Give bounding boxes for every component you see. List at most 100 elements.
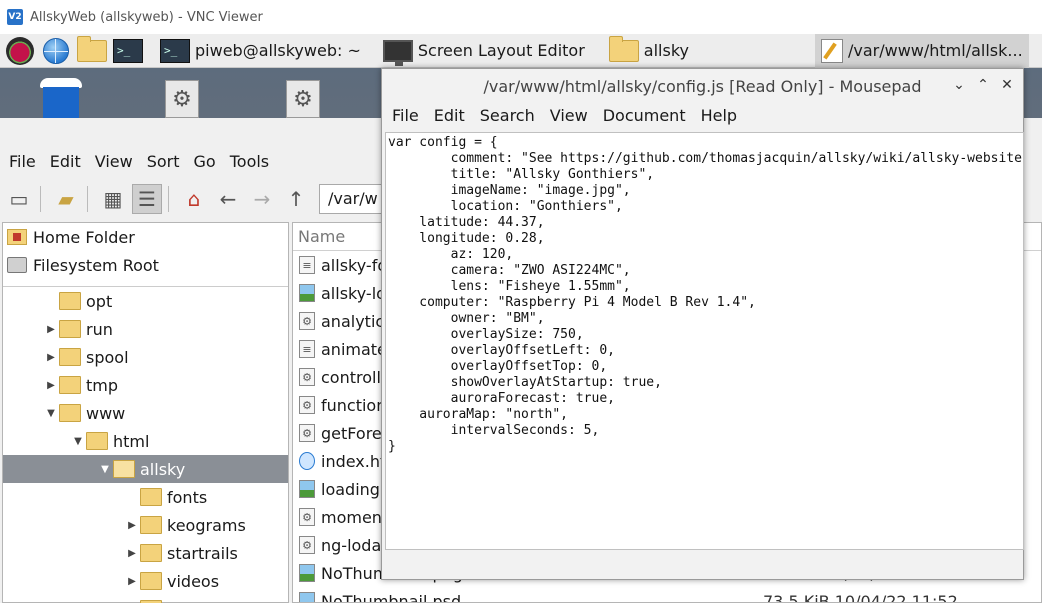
tree-item[interactable]: ▶virtualsky bbox=[3, 595, 288, 603]
menu-view[interactable]: View bbox=[550, 106, 588, 125]
new-window-button[interactable]: ▭ bbox=[4, 184, 34, 214]
tree-item-label: run bbox=[86, 319, 113, 339]
tree-item[interactable]: ▶ startrails bbox=[3, 539, 288, 567]
expander-open-icon[interactable]: ▼ bbox=[45, 408, 57, 419]
browser-launcher[interactable] bbox=[40, 37, 72, 65]
raspberry-menu-button[interactable] bbox=[4, 36, 36, 65]
menu-file[interactable]: File bbox=[392, 106, 419, 125]
taskbar-panel: >_ >_ piweb@allskyweb: ~ Screen Layout E… bbox=[0, 33, 1042, 68]
tree-item-label: startrails bbox=[167, 543, 238, 563]
expander-closed-icon[interactable]: ▶ bbox=[126, 548, 138, 559]
chevron-down-icon[interactable]: ⌄ bbox=[947, 77, 971, 93]
icon-view-button[interactable]: ▦ bbox=[98, 184, 128, 214]
trash-icon[interactable] bbox=[40, 78, 82, 121]
task-label: /var/www/html/allsk... bbox=[847, 41, 1023, 60]
tree-item[interactable]: fonts bbox=[3, 483, 288, 511]
folder-icon bbox=[140, 488, 162, 506]
expander-open-icon[interactable]: ▼ bbox=[72, 436, 84, 447]
raspberry-icon bbox=[6, 36, 34, 65]
task-screen-layout-editor[interactable]: Screen Layout Editor bbox=[377, 34, 591, 68]
file-manager-launcher[interactable] bbox=[76, 35, 108, 65]
text-file-icon: ≡ bbox=[299, 256, 315, 274]
image-file-icon bbox=[299, 284, 315, 302]
folder-icon bbox=[140, 544, 162, 562]
file-row[interactable]: NoThumbnail.psd 73.5 KiB 10/04/22 11:52 bbox=[293, 587, 1041, 602]
expander-closed-icon[interactable]: ▶ bbox=[45, 324, 57, 335]
tree-item[interactable]: ▶ run bbox=[3, 315, 288, 343]
folder-icon bbox=[59, 376, 81, 394]
menu-help[interactable]: Help bbox=[701, 106, 737, 125]
expander-closed-icon[interactable]: ▶ bbox=[126, 520, 138, 531]
place-label: Home Folder bbox=[33, 227, 135, 247]
tree-item[interactable]: ▶ videos bbox=[3, 567, 288, 595]
tree-item[interactable]: ▼ www bbox=[3, 399, 288, 427]
folder-icon bbox=[59, 348, 81, 366]
task-allsky-folder[interactable]: allsky bbox=[603, 34, 695, 68]
folder-icon bbox=[86, 432, 108, 450]
task-terminal[interactable]: >_ piweb@allskyweb: ~ bbox=[154, 34, 367, 68]
image-file-icon bbox=[299, 592, 315, 602]
folder-icon bbox=[140, 516, 162, 534]
expander-closed-icon[interactable]: ▶ bbox=[45, 380, 57, 391]
folder-icon bbox=[77, 35, 107, 62]
script-file-icon: ⚙ bbox=[299, 312, 315, 330]
list-view-button[interactable]: ☰ bbox=[132, 184, 162, 214]
file-manager-menubar: File Edit View Sort Go Tools bbox=[0, 152, 274, 174]
task-mousepad[interactable]: /var/www/html/allsk... bbox=[814, 33, 1029, 68]
menu-sort[interactable]: Sort bbox=[147, 152, 180, 174]
tree-item[interactable]: ▶ spool bbox=[3, 343, 288, 371]
back-arrow-icon[interactable]: ← bbox=[213, 184, 243, 214]
settings-file-icon[interactable]: ⚙ bbox=[286, 80, 320, 118]
expander-open-icon[interactable]: ▼ bbox=[99, 464, 111, 475]
expander-closed-icon[interactable]: ▶ bbox=[126, 576, 138, 587]
tree-item[interactable]: opt bbox=[3, 287, 288, 315]
place-filesystem-root[interactable]: Filesystem Root bbox=[3, 251, 288, 279]
tree-item[interactable]: ▶ tmp bbox=[3, 371, 288, 399]
mousepad-titlebar[interactable]: /var/www/html/allsky/config.js [Read Onl… bbox=[382, 69, 1023, 103]
text-editor-area[interactable]: var config = { comment: "See https://git… bbox=[385, 132, 1024, 550]
menu-go[interactable]: Go bbox=[194, 152, 216, 174]
tree-item-label: opt bbox=[86, 291, 113, 311]
tree-item[interactable]: ▼ html bbox=[3, 427, 288, 455]
tree-item[interactable]: ▼ allsky bbox=[3, 455, 288, 483]
settings-file-icon[interactable]: ⚙ bbox=[165, 80, 199, 118]
folder-icon bbox=[608, 35, 639, 62]
up-arrow-icon[interactable]: ↑ bbox=[281, 184, 311, 214]
close-icon[interactable]: ✕ bbox=[995, 77, 1019, 93]
home-folder-icon bbox=[7, 229, 27, 245]
forward-arrow-icon[interactable]: → bbox=[247, 184, 277, 214]
maximize-icon[interactable]: ⌃ bbox=[971, 77, 995, 93]
home-button[interactable]: ⌂ bbox=[179, 184, 209, 214]
place-home-folder[interactable]: Home Folder bbox=[3, 223, 288, 251]
terminal-icon: >_ bbox=[160, 38, 190, 63]
drive-icon bbox=[7, 257, 27, 273]
vnc-window-title: AllskyWeb (allskyweb) - VNC Viewer bbox=[30, 9, 263, 25]
folder-icon bbox=[59, 320, 81, 338]
monitor-icon bbox=[382, 39, 413, 66]
tree-item-label: fonts bbox=[167, 487, 208, 507]
tree-item-label: videos bbox=[167, 571, 220, 591]
menu-file[interactable]: File bbox=[9, 152, 36, 174]
terminal-launcher[interactable]: >_ bbox=[112, 37, 144, 65]
tree-item-label: keograms bbox=[167, 515, 246, 535]
folder-icon bbox=[59, 404, 81, 422]
menu-search[interactable]: Search bbox=[480, 106, 535, 125]
menu-tools[interactable]: Tools bbox=[230, 152, 269, 174]
mousepad-window: /var/www/html/allsky/config.js [Read Onl… bbox=[381, 68, 1024, 580]
tree-item-label: allsky bbox=[140, 459, 186, 479]
terminal-icon: >_ bbox=[113, 38, 143, 63]
menu-edit[interactable]: Edit bbox=[434, 106, 465, 125]
expander-closed-icon[interactable]: ▶ bbox=[45, 352, 57, 363]
globe-icon bbox=[43, 37, 69, 64]
menu-document[interactable]: Document bbox=[603, 106, 686, 125]
file-name: loading.j bbox=[321, 479, 390, 499]
menu-view[interactable]: View bbox=[95, 152, 133, 174]
image-file-icon bbox=[299, 564, 315, 582]
script-file-icon: ⚙ bbox=[299, 396, 315, 414]
task-label: Screen Layout Editor bbox=[417, 41, 585, 60]
tree-item-label: html bbox=[113, 431, 150, 451]
new-folder-button[interactable]: ▰ bbox=[51, 184, 81, 214]
menu-edit[interactable]: Edit bbox=[50, 152, 81, 174]
tree-item[interactable]: ▶ keograms bbox=[3, 511, 288, 539]
sidebar: Home Folder Filesystem Root opt ▶ run ▶ spoo… bbox=[2, 222, 289, 603]
